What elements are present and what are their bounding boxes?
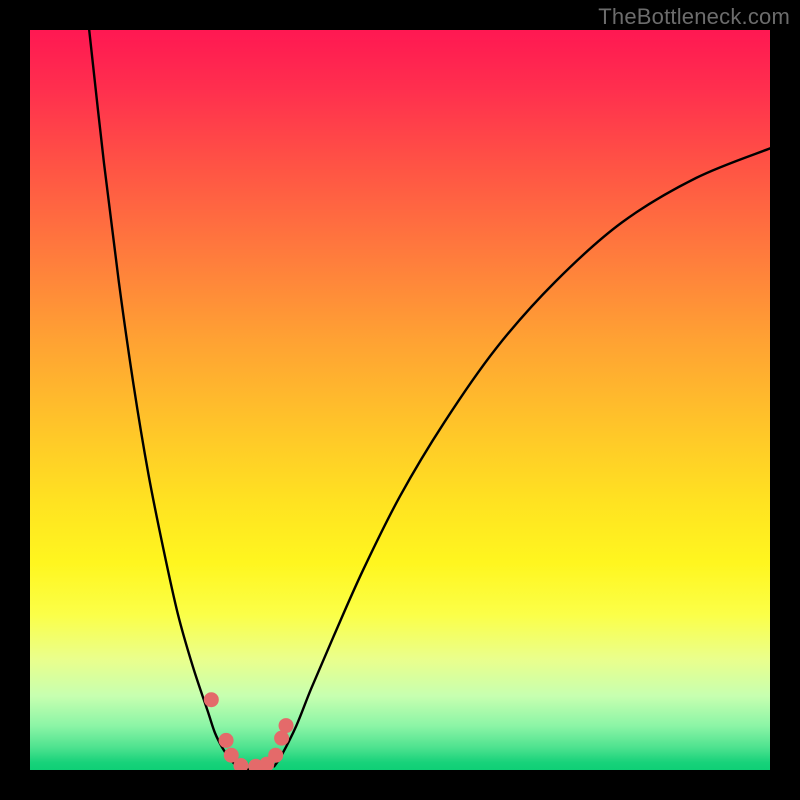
marker-dot bbox=[279, 718, 294, 733]
bottleneck-markers bbox=[204, 692, 294, 770]
curve-right bbox=[274, 148, 770, 766]
marker-dot bbox=[204, 692, 219, 707]
marker-dot bbox=[268, 748, 283, 763]
curve-layer bbox=[30, 30, 770, 770]
marker-dot bbox=[219, 733, 234, 748]
watermark-text: TheBottleneck.com bbox=[598, 4, 790, 30]
plot-area bbox=[30, 30, 770, 770]
chart-frame: TheBottleneck.com bbox=[0, 0, 800, 800]
curve-left bbox=[89, 30, 237, 766]
